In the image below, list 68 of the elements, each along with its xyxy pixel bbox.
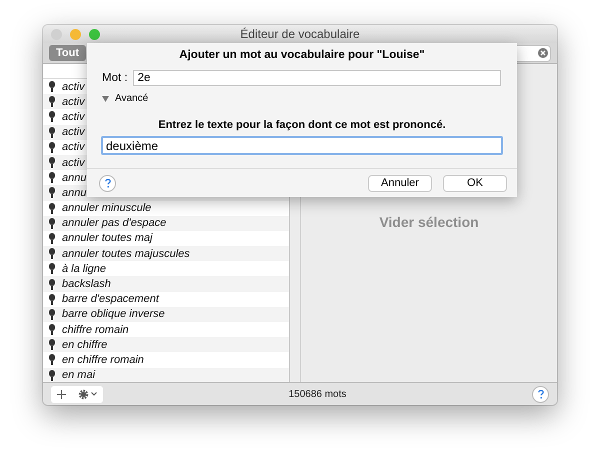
word-text: activ [62,126,85,138]
microphone-icon [48,324,56,336]
microphone-icon [48,263,56,274]
word-row[interactable]: backslash [43,276,289,292]
empty-label: Vider sélection [379,214,479,232]
word-row[interactable]: barre oblique inverse [43,306,289,322]
ok-button[interactable]: OK [443,174,507,192]
microphone-icon [48,81,56,92]
word-text: backslash [62,278,111,290]
help-icon [538,390,544,398]
word-text: activ [62,96,85,108]
pronunciation-prompt: Entrez le texte pour la façon dont ce mot est prononcé. [157,119,447,131]
dialog-title: Ajouter un mot au vocabulaire pour "Louise" [179,49,425,61]
microphone-icon [48,202,56,214]
word-count: 150686 mots [288,388,348,400]
word-text: en mai [62,369,96,382]
cancel-button[interactable]: Annuler [368,174,432,192]
word-label: Mot : [102,72,128,84]
microphone-icon [48,142,56,153]
word-text: en chiffre romain [62,354,144,366]
microphone-icon [48,294,56,305]
microphone-icon [48,96,56,108]
word-text: activ [62,110,85,123]
word-row[interactable]: barre d'espacement [43,292,289,307]
word-text: barre oblique inverse [62,308,165,320]
microphone-icon [48,218,56,229]
word-row[interactable]: en chiffre [43,337,289,352]
chevron-icon [91,392,97,396]
plus-icon [57,390,66,398]
word-row[interactable]: annuler pas d'espace [43,216,289,231]
word-text: annuler toutes majuscules [62,248,190,260]
microphone-icon [48,248,56,260]
word-text: chiffre romain [62,324,129,336]
microphone-icon [48,354,56,366]
help-icon [104,178,110,188]
word-row[interactable]: en mai [43,368,289,382]
microphone-icon [48,126,56,138]
microphone-icon [48,157,56,168]
help-button[interactable] [99,174,116,192]
pronunciation-field[interactable]: deuxième [101,136,503,155]
word-row[interactable]: annuler toutes majuscules [43,246,289,262]
word-text: annu [62,172,86,184]
word-text: annuler toutes maj [62,232,152,244]
word-text: annuler pas d'espace [62,217,166,230]
word-text: activ [62,141,85,154]
microphone-icon [48,172,56,184]
microphone-icon [48,232,56,244]
word-text: en chiffre [62,338,108,351]
word-field[interactable]: 2e [132,70,501,86]
word-text: annuler minuscule [62,202,152,214]
word-text: barre d'espacement [62,293,159,306]
help-button[interactable] [532,386,549,402]
clear-icon[interactable] [538,48,548,58]
word-row[interactable]: à la ligne [43,261,289,276]
advanced-toggle[interactable]: Avancé [102,93,148,104]
microphone-icon [48,370,56,381]
word-text: à la ligne [62,262,106,275]
microphone-icon [48,187,56,198]
word-row[interactable]: annuler minuscule [43,200,289,216]
microphone-icon [48,111,56,122]
microphone-icon [48,278,56,290]
microphone-icon [48,339,56,350]
settings-icon [78,388,89,400]
word-text: annu [62,186,86,199]
word-text: activ [62,80,85,93]
word-text: activ [62,156,85,169]
microphone-icon [48,308,56,320]
window-title: Éditeur de vocabulaire [240,27,360,41]
